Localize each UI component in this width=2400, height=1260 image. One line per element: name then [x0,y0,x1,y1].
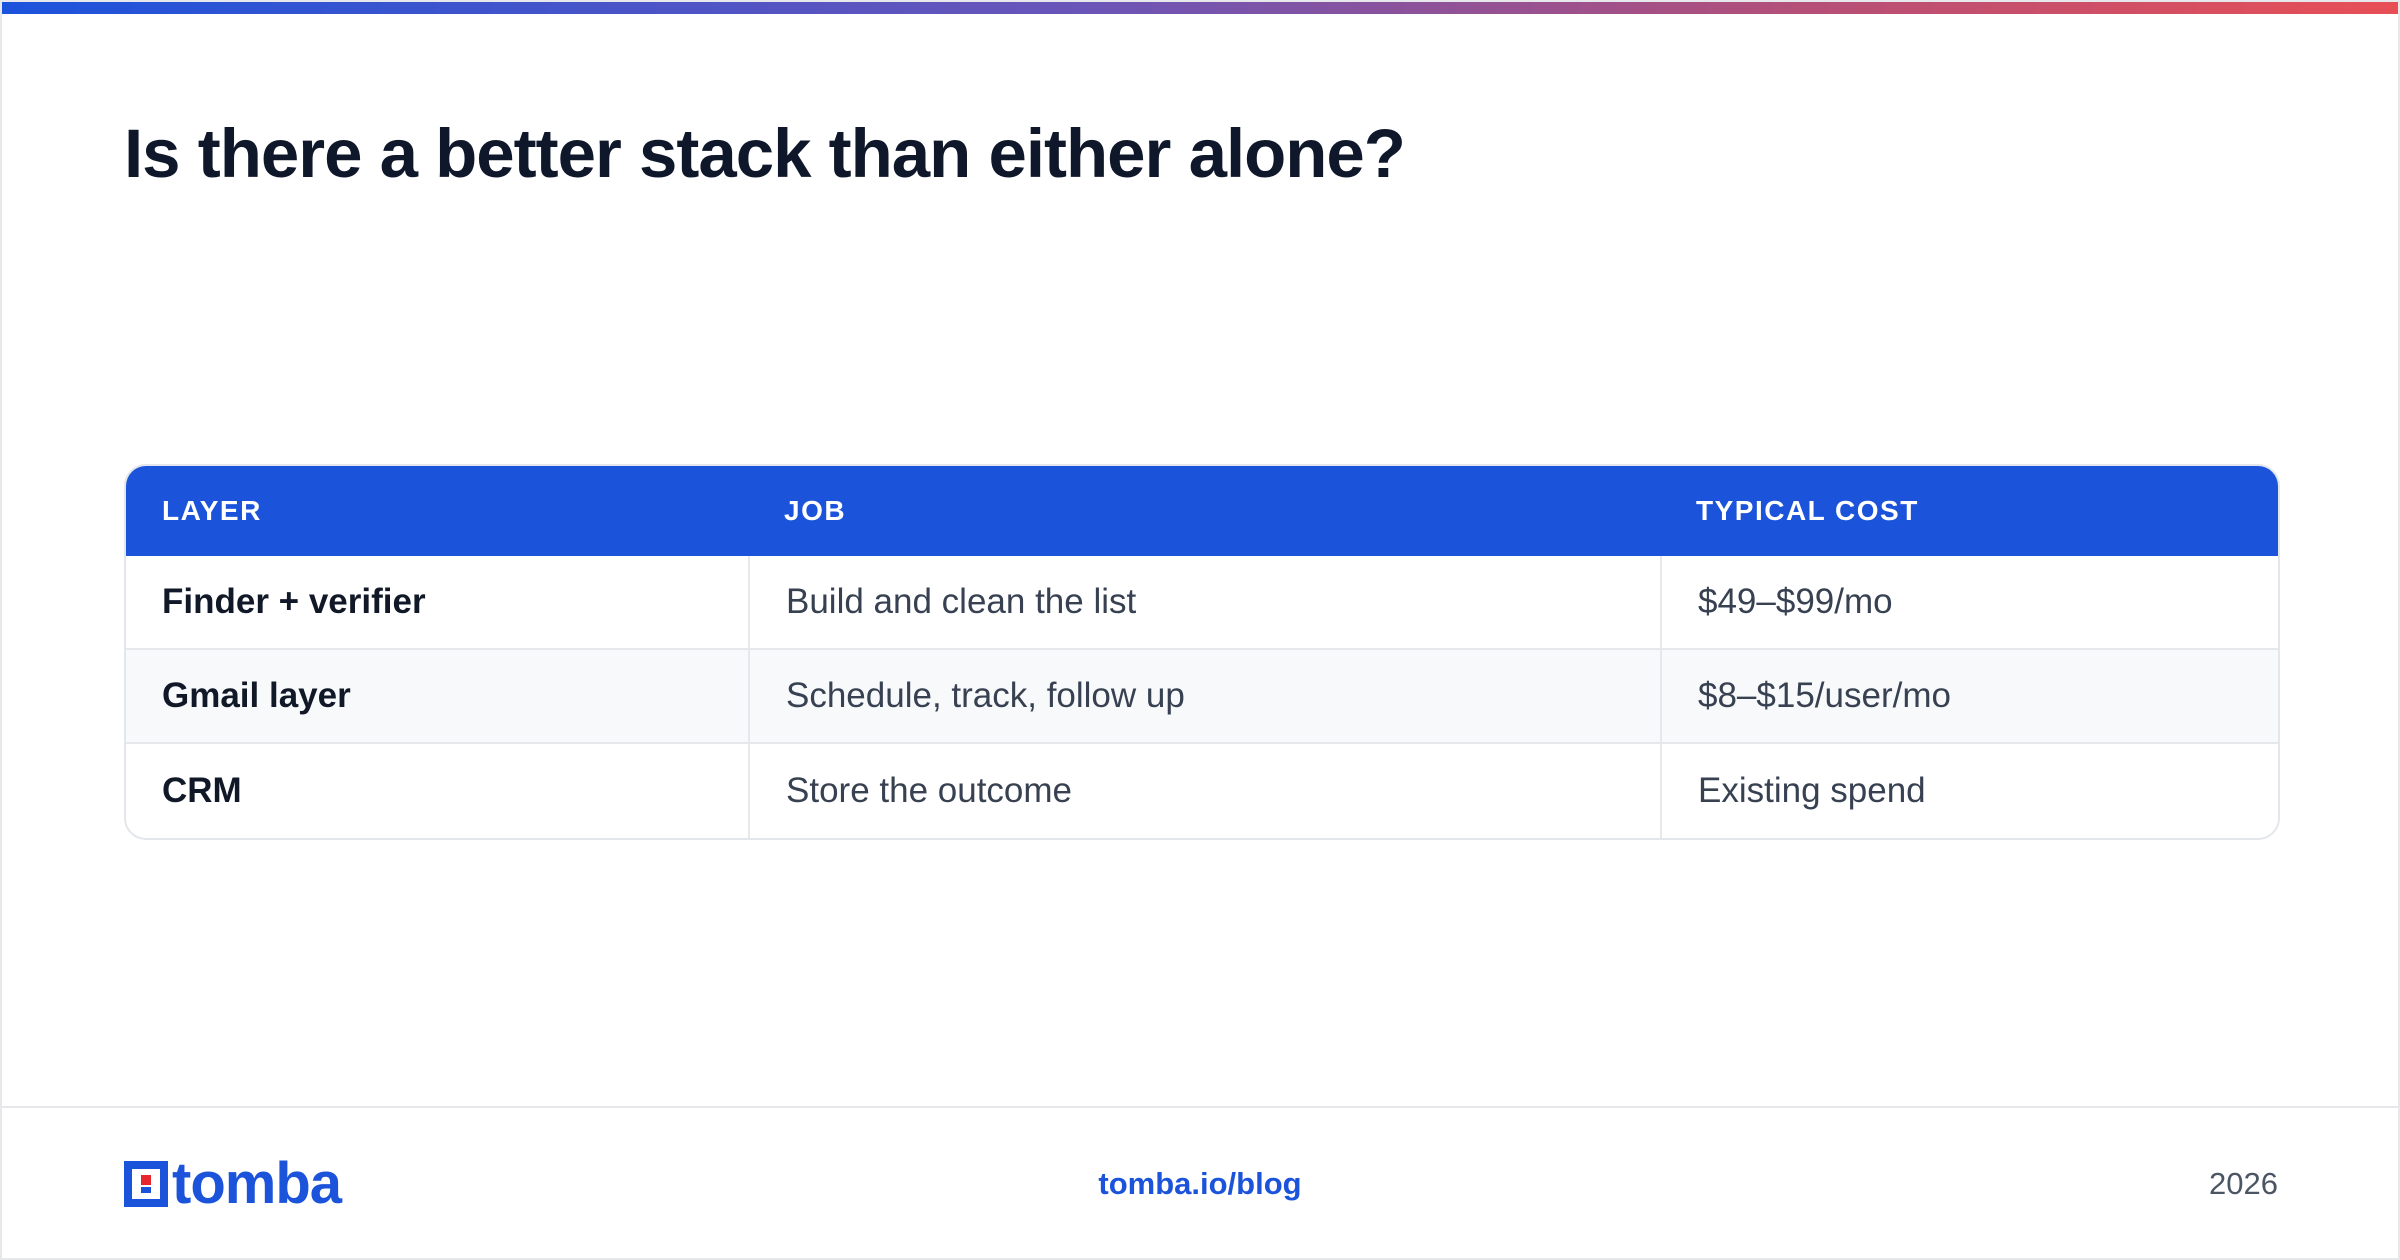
cost-cell: Existing spend [1660,744,2278,838]
layer-cell: Finder + verifier [162,582,426,621]
cost-cell: $8–$15/user/mo [1660,650,2278,742]
table-row: Finder + verifier Build and clean the li… [126,556,2278,650]
cost-cell: $49–$99/mo [1660,556,2278,648]
stack-table: LAYER JOB TYPICAL COST Finder + verifier… [124,464,2280,840]
footer-year: 2026 [2209,1166,2278,1201]
footer-divider [2,1106,2398,1108]
layer-cell: Gmail layer [162,676,351,715]
column-header-job: JOB [784,495,847,526]
slide: Is there a better stack than either alon… [0,0,2400,1260]
table-row: Gmail layer Schedule, track, follow up $… [126,650,2278,744]
table-header-row: LAYER JOB TYPICAL COST [126,466,2278,556]
column-header-layer: LAYER [162,495,262,526]
job-cell: Store the outcome [748,744,1660,838]
column-header-typical-cost: TYPICAL COST [1696,495,1919,526]
job-cell: Schedule, track, follow up [748,650,1660,742]
blog-link[interactable]: tomba.io/blog [2,1166,2398,1202]
layer-cell: CRM [162,771,242,810]
page-title: Is there a better stack than either alon… [124,115,1406,192]
gradient-accent-bar [2,2,2398,14]
table-row: CRM Store the outcome Existing spend [126,744,2278,838]
job-cell: Build and clean the list [748,556,1660,648]
